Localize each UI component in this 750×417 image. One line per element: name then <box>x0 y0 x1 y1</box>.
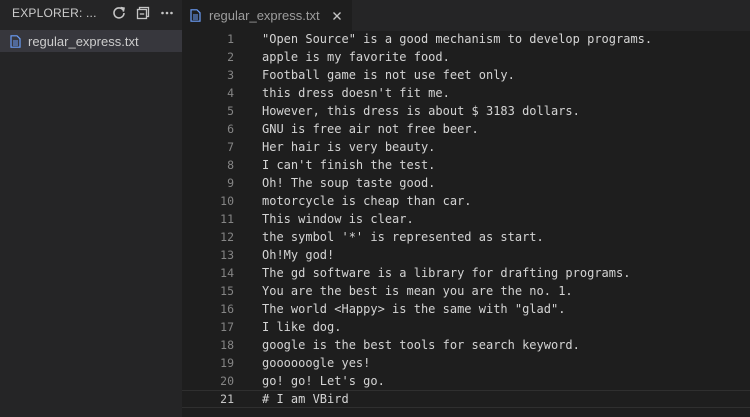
line-text: # I am VBird <box>262 392 349 406</box>
line-number: 20 <box>220 374 234 388</box>
collapse-all-icon[interactable] <box>136 6 150 20</box>
code-line[interactable]: 11 This window is clear. <box>182 210 750 228</box>
close-icon[interactable] <box>330 9 344 23</box>
code-line[interactable]: 15 You are the best is mean you are the n… <box>182 282 750 300</box>
editor-area: regular_express.txt 1 "Open Source" is a … <box>182 0 750 417</box>
line-number: 17 <box>220 320 234 334</box>
code-line[interactable]: 19 goooooogle yes! <box>182 354 750 372</box>
explorer-file-name: regular_express.txt <box>28 33 139 49</box>
line-number: 4 <box>227 86 234 100</box>
line-text: Her hair is very beauty. <box>262 140 436 154</box>
line-number: 7 <box>227 140 234 154</box>
tab-regular-express[interactable]: regular_express.txt <box>182 0 352 31</box>
line-text: Oh! The soup taste good. <box>262 176 436 190</box>
line-number: 8 <box>227 158 234 172</box>
code-line[interactable]: 18 google is the best tools for search ke… <box>182 336 750 354</box>
code-line[interactable]: 1 "Open Source" is a good mechanism to de… <box>182 30 750 48</box>
line-text: I like dog. <box>262 320 342 334</box>
line-text: motorcycle is cheap than car. <box>262 194 472 208</box>
line-number: 1 <box>227 32 234 46</box>
line-number: 9 <box>227 176 234 190</box>
line-number: 12 <box>220 230 234 244</box>
line-number: 19 <box>220 356 234 370</box>
code-line[interactable]: 17 I like dog. <box>182 318 750 336</box>
file-icon <box>190 9 201 22</box>
line-number: 18 <box>220 338 234 352</box>
code-line[interactable]: 4 this dress doesn't fit me. <box>182 84 750 102</box>
tab-label: regular_express.txt <box>209 8 320 23</box>
explorer-title: EXPLORER: ... <box>12 6 97 20</box>
line-number: 11 <box>220 212 234 226</box>
code-line[interactable]: 14 The gd software is a library for draft… <box>182 264 750 282</box>
code-line[interactable]: 5 However, this dress is about $ 3183 dol… <box>182 102 750 120</box>
line-number: 15 <box>220 284 234 298</box>
code-editor[interactable]: 1 "Open Source" is a good mechanism to de… <box>182 30 750 408</box>
line-number: 16 <box>220 302 234 316</box>
explorer-header: EXPLORER: ... <box>0 0 182 26</box>
line-number: 3 <box>227 68 234 82</box>
line-text: The gd software is a library for draftin… <box>262 266 631 280</box>
explorer-actions <box>112 6 174 20</box>
line-text: The world <Happy> is the same with "glad… <box>262 302 566 316</box>
code-line[interactable]: 12 the symbol '*' is represented as start… <box>182 228 750 246</box>
line-text: GNU is free air not free beer. <box>262 122 479 136</box>
code-line[interactable]: 9 Oh! The soup taste good. <box>182 174 750 192</box>
line-text: However, this dress is about $ 3183 doll… <box>262 104 580 118</box>
line-number: 21 <box>220 392 234 406</box>
line-number: 13 <box>220 248 234 262</box>
more-icon[interactable] <box>160 6 174 20</box>
line-text: I can't finish the test. <box>262 158 436 172</box>
line-text: goooooogle yes! <box>262 356 371 370</box>
line-text: "Open Source" is a good mechanism to dev… <box>262 32 653 46</box>
code-line[interactable]: 2 apple is my favorite food. <box>182 48 750 66</box>
line-text: You are the best is mean you are the no.… <box>262 284 573 298</box>
code-line[interactable]: 10 motorcycle is cheap than car. <box>182 192 750 210</box>
explorer-sidebar: EXPLORER: ... regular_express.txt <box>0 0 182 417</box>
line-text: apple is my favorite food. <box>262 50 450 64</box>
line-text: Football game is not use feet only. <box>262 68 515 82</box>
file-icon <box>10 34 21 48</box>
line-text: Oh!My god! <box>262 248 335 262</box>
line-number: 10 <box>220 194 234 208</box>
line-text: go! go! Let's go. <box>262 374 385 388</box>
line-text: google is the best tools for search keyw… <box>262 338 580 352</box>
code-line[interactable]: 8 I can't finish the test. <box>182 156 750 174</box>
code-line[interactable]: 21 # I am VBird <box>182 390 750 408</box>
code-line[interactable]: 16 The world <Happy> is the same with "gl… <box>182 300 750 318</box>
code-line[interactable]: 13 Oh!My god! <box>182 246 750 264</box>
refresh-icon[interactable] <box>112 6 126 20</box>
explorer-file-item[interactable]: regular_express.txt <box>0 30 182 52</box>
app-window: EXPLORER: ... regular_express.txt regula… <box>0 0 750 417</box>
line-number: 14 <box>220 266 234 280</box>
line-text: the symbol '*' is represented as start. <box>262 230 544 244</box>
code-line[interactable]: 6 GNU is free air not free beer. <box>182 120 750 138</box>
line-number: 5 <box>227 104 234 118</box>
line-number: 6 <box>227 122 234 136</box>
code-line[interactable]: 3 Football game is not use feet only. <box>182 66 750 84</box>
code-line[interactable]: 7 Her hair is very beauty. <box>182 138 750 156</box>
line-text: this dress doesn't fit me. <box>262 86 450 100</box>
code-line[interactable]: 20 go! go! Let's go. <box>182 372 750 390</box>
line-text: This window is clear. <box>262 212 414 226</box>
line-number: 2 <box>227 50 234 64</box>
tab-bar: regular_express.txt <box>182 0 750 31</box>
